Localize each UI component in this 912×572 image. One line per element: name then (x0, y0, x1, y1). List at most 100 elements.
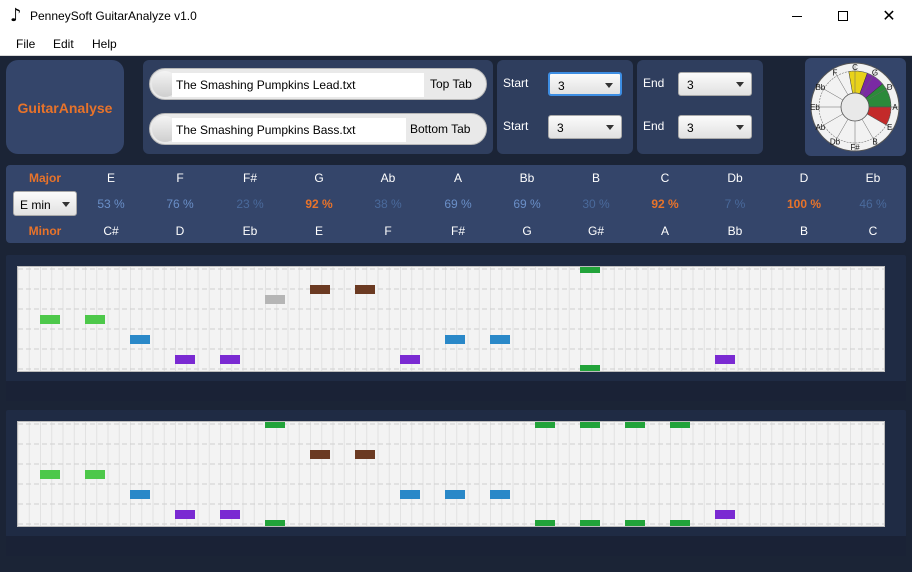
top-start-value: 3 (558, 79, 565, 93)
chevron-down-icon (62, 202, 70, 207)
chevron-down-icon (605, 83, 613, 88)
key-match-percent: 92 % (305, 197, 333, 211)
tab-note[interactable] (580, 422, 600, 428)
minor-key-label: E (314, 224, 323, 238)
top-end-value: 3 (687, 78, 694, 92)
wheel-key-label: D (887, 83, 893, 92)
close-button[interactable]: ✕ (866, 0, 912, 32)
tab-note[interactable] (355, 450, 375, 459)
wheel-key-label: A (892, 103, 898, 112)
menu-file[interactable]: File (16, 37, 35, 51)
key-match-percent: 30 % (582, 197, 610, 211)
tab-note[interactable] (490, 335, 510, 344)
tab-note[interactable] (490, 490, 510, 499)
tab-note[interactable] (445, 335, 465, 344)
wheel-key-label: Db (830, 138, 841, 147)
wheel-key-label: G (872, 68, 878, 77)
tab-note[interactable] (310, 285, 330, 294)
key-select-dropdown[interactable]: E min (13, 191, 77, 216)
wheel-key-label: C (852, 63, 858, 72)
tab-note[interactable] (175, 355, 195, 364)
bottom-tab-scroll-area[interactable] (6, 536, 906, 556)
tab-note[interactable] (40, 315, 60, 324)
top-start-dropdown[interactable]: 3 (548, 72, 622, 96)
tab-note[interactable] (265, 422, 285, 428)
tab-note[interactable] (535, 422, 555, 428)
top-end-dropdown[interactable]: 3 (678, 72, 752, 96)
key-match-percent: 92 % (651, 197, 679, 211)
tab-note[interactable] (400, 355, 420, 364)
files-panel: Top Tab Bottom Tab (143, 60, 493, 154)
major-key-label: F (176, 171, 184, 185)
top-tab-file-field[interactable] (172, 73, 424, 97)
menu-edit[interactable]: Edit (53, 37, 74, 51)
top-tab-file-picker[interactable]: Top Tab (149, 68, 487, 100)
tab-note[interactable] (130, 490, 150, 499)
tab-note[interactable] (670, 422, 690, 428)
key-match-percent: 76 % (166, 197, 194, 211)
minor-key-label: C# (103, 224, 119, 238)
key-match-percent: 46 % (859, 197, 887, 211)
tab-note[interactable] (175, 510, 195, 519)
wheel-key-label: Bb (815, 83, 825, 92)
minimize-button[interactable] (774, 0, 820, 32)
music-note-icon: ♪ (10, 5, 22, 26)
maximize-button[interactable] (820, 0, 866, 32)
tab-note[interactable] (130, 335, 150, 344)
tab-note[interactable] (445, 490, 465, 499)
tab-note[interactable] (625, 520, 645, 526)
top-tab-scroll-area[interactable] (6, 381, 906, 401)
tab-note[interactable] (535, 520, 555, 526)
tab-note[interactable] (580, 365, 600, 371)
tab-note[interactable] (580, 267, 600, 273)
major-key-label: D (799, 171, 809, 185)
key-match-percent: 100 % (786, 197, 822, 211)
bottom-end-dropdown[interactable]: 3 (678, 115, 752, 139)
wheel-key-label: Ab (815, 123, 825, 132)
key-match-percent: 69 % (513, 197, 541, 211)
tab-note[interactable] (670, 520, 690, 526)
tab-note[interactable] (310, 450, 330, 459)
bottom-start-value: 3 (557, 121, 564, 135)
major-key-label: F# (242, 171, 257, 185)
key-match-percent: 23 % (236, 197, 264, 211)
wheel-key-label: E (887, 123, 892, 132)
bottom-tab-file-field[interactable] (172, 118, 406, 142)
top-tab-staff[interactable] (17, 266, 885, 372)
tab-note[interactable] (355, 285, 375, 294)
minor-key-label: B (799, 224, 808, 238)
tab-note[interactable] (625, 422, 645, 428)
tab-note[interactable] (220, 355, 240, 364)
top-tab-label: Top Tab (430, 77, 472, 91)
menu-help[interactable]: Help (92, 37, 117, 51)
circle-of-fifths-icon[interactable]: C GD A E B F# Db Ab Eb Bb F (805, 58, 906, 156)
major-key-label: B (591, 171, 600, 185)
tab-note[interactable] (40, 470, 60, 479)
bottom-end-label: End (643, 119, 665, 133)
bottom-tab-staff[interactable] (17, 421, 885, 527)
major-key-label: Db (727, 171, 743, 185)
minor-key-label: F (384, 224, 392, 238)
tab-note[interactable] (580, 520, 600, 526)
tab-note[interactable] (85, 315, 105, 324)
key-match-percent: 53 % (97, 197, 125, 211)
chevron-down-icon (736, 82, 744, 87)
circle-of-fifths-panel: C G D A E B F# Db Ab Eb Bb F (805, 58, 906, 156)
tab-note[interactable] (400, 490, 420, 499)
tab-note[interactable] (715, 355, 735, 364)
major-row-label: Major (28, 171, 61, 185)
major-key-label: Eb (865, 171, 881, 185)
bottom-tab-label: Bottom Tab (410, 122, 471, 136)
tab-note[interactable] (220, 510, 240, 519)
tab-note[interactable] (265, 295, 285, 304)
key-match-percent: 38 % (374, 197, 402, 211)
wheel-key-label: Eb (810, 103, 820, 112)
key-match-percent: 7 % (724, 197, 746, 211)
major-key-label: C (660, 171, 670, 185)
tab-note[interactable] (265, 520, 285, 526)
bottom-tab-file-picker[interactable]: Bottom Tab (149, 113, 487, 145)
tab-note[interactable] (715, 510, 735, 519)
start-panel: Start 3 Start 3 (497, 60, 633, 154)
tab-note[interactable] (85, 470, 105, 479)
bottom-start-dropdown[interactable]: 3 (548, 115, 622, 139)
